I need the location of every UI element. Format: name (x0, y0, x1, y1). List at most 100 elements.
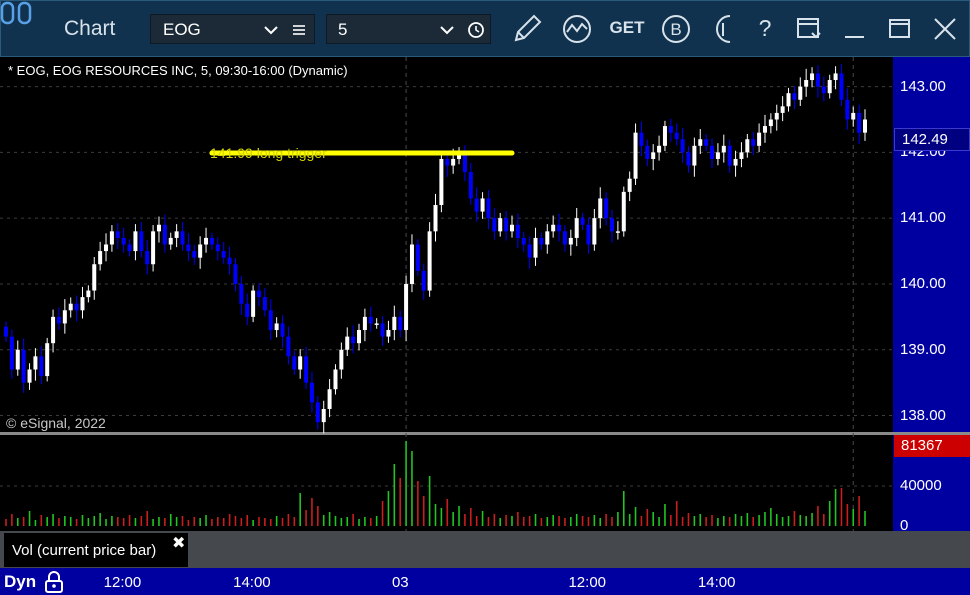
candle-body (539, 237, 544, 245)
candle-body (492, 218, 497, 232)
candle-body (833, 73, 838, 81)
candle-body (762, 126, 767, 133)
time-tick-label: 14:00 (697, 574, 736, 591)
volume-legend-label: Vol (current price bar) (12, 542, 157, 559)
candle-body (321, 408, 326, 423)
candle-body (386, 330, 391, 337)
candle-body (586, 224, 591, 245)
candle-body (768, 119, 773, 127)
candle-body (62, 310, 67, 324)
candle-body (480, 198, 485, 212)
candle-body (533, 237, 538, 258)
candle-body (810, 73, 815, 81)
price-tick-label: 141.00 (900, 209, 946, 227)
candle-body (580, 218, 585, 225)
candle-body (798, 86, 803, 100)
candle-body (80, 297, 85, 311)
candle-body (792, 93, 797, 100)
candle-body (421, 270, 426, 291)
close-icon[interactable]: ✖ (172, 533, 185, 553)
candle-body (839, 73, 844, 100)
candle-body (686, 152, 691, 166)
candle-body (56, 316, 61, 324)
candle-body (227, 257, 232, 265)
candle-body (745, 139, 750, 153)
candle-body (657, 145, 662, 153)
candle-body (345, 336, 350, 350)
candle-body (604, 198, 609, 219)
candle-body (704, 139, 709, 146)
volume-legend[interactable]: Vol (current price bar) ✖ (4, 533, 188, 567)
price-tick-label: 139.00 (900, 340, 946, 358)
candle-body (515, 224, 520, 238)
candle-body (309, 382, 314, 403)
candle-body (127, 244, 132, 252)
candle-body (780, 106, 785, 113)
time-tick-label: 12:00 (568, 574, 607, 591)
candle-body (433, 205, 438, 232)
candle-body (215, 244, 220, 252)
candle-body (557, 224, 562, 232)
candle-body (610, 218, 615, 232)
candle-body (857, 112, 862, 133)
price-tick-label: 138.00 (900, 406, 946, 424)
candle-body (562, 231, 567, 245)
candle-body (486, 198, 491, 219)
candle-body (74, 303, 79, 311)
candle-body (621, 191, 626, 232)
candle-body (498, 218, 503, 232)
price-tick-label: 143.00 (900, 77, 946, 95)
candle-body (751, 139, 756, 146)
candle-body (298, 356, 303, 370)
candle-body (445, 158, 450, 166)
candle-body (204, 237, 209, 245)
candle-body (162, 224, 167, 245)
candle-body (315, 402, 320, 423)
chart-header: * EOG, EOG RESOURCES INC, 5, 09:30-16:00… (8, 63, 348, 78)
candle-body (186, 244, 191, 252)
candle-body (627, 178, 632, 192)
candle-body (774, 112, 779, 120)
chart-canvas[interactable] (0, 0, 970, 595)
candle-body (351, 336, 356, 344)
candle-body (551, 224, 556, 232)
candle-body (327, 389, 332, 409)
candle-body (151, 231, 156, 265)
candle-body (192, 251, 197, 258)
volume-tick-label: 40000 (900, 477, 942, 494)
candle-body (733, 158, 738, 166)
candle-body (804, 80, 809, 87)
candle-body (292, 356, 297, 370)
candle-body (739, 152, 744, 159)
candle-body (198, 244, 203, 258)
candle-body (339, 349, 344, 370)
lock-icon[interactable] (43, 570, 65, 594)
candle-body (262, 297, 267, 311)
candle-body (615, 231, 620, 233)
dynamic-mode-label[interactable]: Dyn (4, 572, 36, 592)
volume-last-badge: 81367 (894, 435, 970, 457)
candle-body (98, 251, 103, 265)
candle-body (368, 316, 373, 324)
copyright-text: © eSignal, 2022 (6, 415, 106, 431)
candle-body (156, 224, 161, 232)
candle-body (121, 237, 126, 245)
candle-body (474, 198, 479, 212)
candle-body (527, 244, 532, 258)
candle-body (21, 349, 26, 383)
candle-body (109, 231, 114, 245)
time-tick-label: 14:00 (233, 574, 271, 591)
candle-body (251, 290, 256, 317)
candle-body (409, 244, 414, 284)
volume-tick-label: 0 (900, 517, 909, 534)
candle-body (39, 356, 44, 377)
candle-body (27, 369, 32, 383)
last-price-badge: 142.49 (894, 128, 970, 151)
candle-body (392, 316, 397, 331)
candle-body (362, 316, 367, 331)
candle-body (33, 356, 38, 370)
candle-body (268, 310, 273, 331)
candle-body (651, 152, 656, 159)
candle-body (710, 145, 715, 159)
candle-body (115, 231, 120, 238)
